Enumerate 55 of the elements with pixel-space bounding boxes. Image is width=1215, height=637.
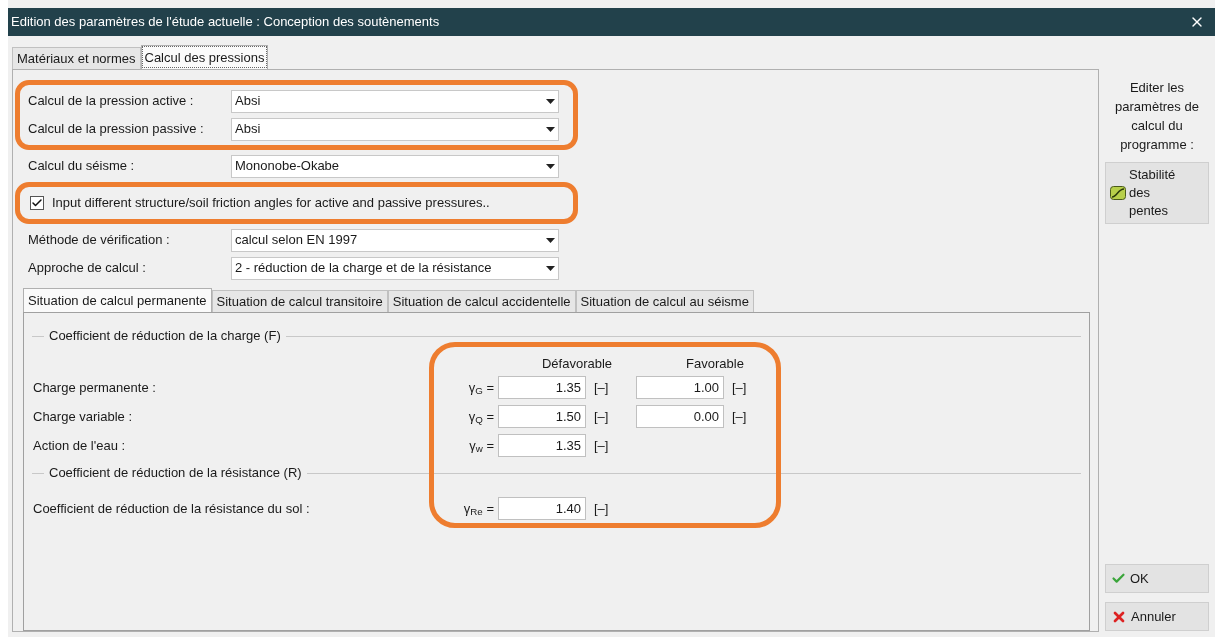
section-title: Coefficient de réduction de la charge (F) xyxy=(49,327,281,346)
dropdown[interactable]: Mononobe-Okabe xyxy=(231,154,559,178)
caret-icon xyxy=(546,163,555,169)
check-icon xyxy=(31,197,43,209)
tab[interactable]: Situation de calcul transitoire xyxy=(211,290,388,312)
row-label: Coefficient de réduction de la résistance du sol : xyxy=(32,499,311,518)
number-field[interactable]: 1.00 xyxy=(636,376,724,399)
tab[interactable]: Situation de calcul permanente xyxy=(23,288,212,312)
slope-icon xyxy=(1110,186,1126,200)
symbol-label: γ$_{Q}$ = xyxy=(468,407,494,427)
unit-label: [–] xyxy=(594,378,609,397)
tab[interactable]: Situation de calcul accidentelle xyxy=(387,290,576,312)
unit-label: [–] xyxy=(594,407,609,426)
checkbox[interactable] xyxy=(30,196,44,210)
window-title: Edition des paramètres de l'étude actuelle : Conception des soutènements xyxy=(11,13,440,32)
row-label: Charge variable : xyxy=(32,407,133,426)
number-field[interactable]: 1.40 xyxy=(498,497,586,520)
side-text: Editer les paramètres de calcul du programme : xyxy=(1114,79,1200,154)
ok-button[interactable]: OK xyxy=(1105,564,1209,593)
unit-label: [–] xyxy=(732,407,747,426)
number-field[interactable]: 1.50 xyxy=(498,405,586,428)
number-field[interactable]: 1.35 xyxy=(498,376,586,399)
number-field[interactable]: 0.00 xyxy=(636,405,724,428)
tab[interactable]: Situation de calcul au séisme xyxy=(575,290,754,312)
dropdown[interactable]: Absi xyxy=(231,89,559,113)
field-label: Approche de calcul : xyxy=(28,259,147,278)
unit-label: [–] xyxy=(732,378,747,397)
field-label: Calcul du séisme : xyxy=(28,157,136,176)
column-header: Favorable xyxy=(685,354,745,373)
cancel-button[interactable]: Annuler xyxy=(1105,602,1209,631)
symbol-label: γ$_{w}$ = xyxy=(469,436,494,456)
dropdown[interactable]: calcul selon EN 1997 xyxy=(231,228,559,252)
row-label: Action de l'eau : xyxy=(32,436,127,455)
stability-button[interactable]: Stabilité des pentes xyxy=(1105,162,1209,224)
field-label: Méthode de vérification : xyxy=(28,231,171,250)
field-label: Calcul de la pression passive : xyxy=(28,120,205,139)
caret-icon xyxy=(546,265,555,271)
column-header: Défavorable xyxy=(540,354,614,373)
number-field[interactable]: 1.35 xyxy=(498,434,586,457)
tab[interactable]: Matériaux et normes xyxy=(12,47,141,69)
check-icon xyxy=(1111,571,1126,586)
dropdown[interactable]: 2 - réduction de la charge et de la résistance xyxy=(231,256,559,280)
section-title: Coefficient de réduction de la résistance (R) xyxy=(49,464,302,483)
caret-icon xyxy=(546,126,555,132)
caret-icon xyxy=(546,98,555,104)
tab[interactable]: Calcul des pressions xyxy=(140,45,269,69)
field-label: Calcul de la pression active : xyxy=(28,92,195,111)
unit-label: [–] xyxy=(594,499,609,518)
row-label: Charge permanente : xyxy=(32,378,157,397)
symbol-label: γ$_{G}$ = xyxy=(468,378,494,398)
symbol-label: γ$_{Re}$ = xyxy=(463,499,494,519)
caret-icon xyxy=(546,237,555,243)
checkbox-label: Input different structure/soil friction angles for active and passive pressures.. xyxy=(52,194,490,213)
unit-label: [–] xyxy=(594,436,609,455)
dropdown[interactable]: Absi xyxy=(231,117,559,141)
